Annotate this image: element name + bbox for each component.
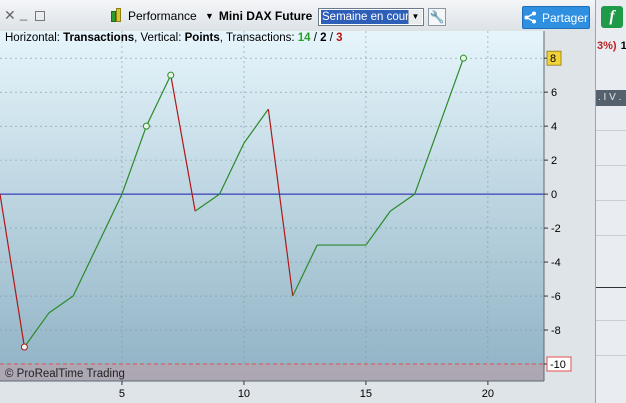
copyright-label: © ProRealTime Trading (5, 368, 125, 380)
chart-toolbar: ✕ _ Performance ▼ Mini DAX Future Semain… (0, 0, 595, 32)
period-select[interactable]: Semaine en cours ▼ (318, 8, 424, 26)
y-tick-label: 2 (551, 155, 557, 167)
x-tick-label: 10 (238, 388, 250, 400)
low-value-label: -10 (550, 359, 566, 371)
y-tick-label: 4 (551, 121, 557, 133)
instrument-label: Mini DAX Future (218, 8, 313, 23)
right-panel-percent: 3%)1 (597, 40, 626, 52)
dropdown-arrow-icon[interactable]: ▼ (408, 10, 422, 24)
y-tick-label: -6 (551, 291, 561, 303)
x-tick-label: 20 (482, 388, 494, 400)
data-point-marker (20, 343, 28, 351)
share-icon (524, 11, 536, 24)
y-tick-label: 0 (551, 189, 557, 201)
chevron-down-icon: ▼ (205, 10, 214, 21)
y-tick-label: -4 (551, 257, 561, 269)
winning-count: 14 (297, 32, 311, 44)
right-panel-divider (596, 287, 626, 288)
right-panel: f 3%)1 . I V . (595, 0, 626, 403)
performance-label: Performance (128, 8, 197, 23)
function-icon[interactable]: f (601, 6, 623, 28)
chart-canvas: 6420-2-4-6-88-10 5 10 15 20 (0, 31, 595, 403)
data-point-marker (142, 122, 150, 130)
y-tick-label: -2 (551, 223, 561, 235)
instrument-selector[interactable]: ▼ Mini DAX Future (205, 0, 312, 31)
maximize-icon[interactable] (35, 0, 45, 31)
minimize-icon[interactable]: _ (20, 0, 27, 29)
share-label: Partager (541, 10, 589, 25)
y-tick-label: -8 (551, 325, 561, 337)
share-button[interactable]: Partager (522, 6, 590, 29)
period-value: Semaine en cours (321, 10, 416, 24)
x-tick-label: 15 (360, 388, 372, 400)
candlestick-icon (111, 7, 123, 23)
y-tick-label: 6 (551, 87, 557, 99)
data-point-marker (167, 71, 175, 79)
x-tick-label: 5 (119, 388, 125, 400)
last-value-label: 8 (550, 53, 556, 65)
chart-legend: Horizontal: Transactions, Vertical: Poin… (5, 32, 343, 44)
performance-chart[interactable]: 6 4 2 0 -2 -4 -6 -8 8 -10 5 10 15 20 Horizontal: Tra… (0, 31, 595, 403)
right-panel-header-band: . I V . (596, 90, 626, 106)
plot-area (0, 31, 544, 381)
losing-count: 3 (336, 32, 343, 44)
performance-button[interactable]: Performance (111, 0, 197, 31)
wrench-icon[interactable]: 🔧 (428, 8, 446, 26)
data-point-marker (459, 54, 467, 62)
close-icon[interactable]: ✕ (4, 0, 16, 31)
